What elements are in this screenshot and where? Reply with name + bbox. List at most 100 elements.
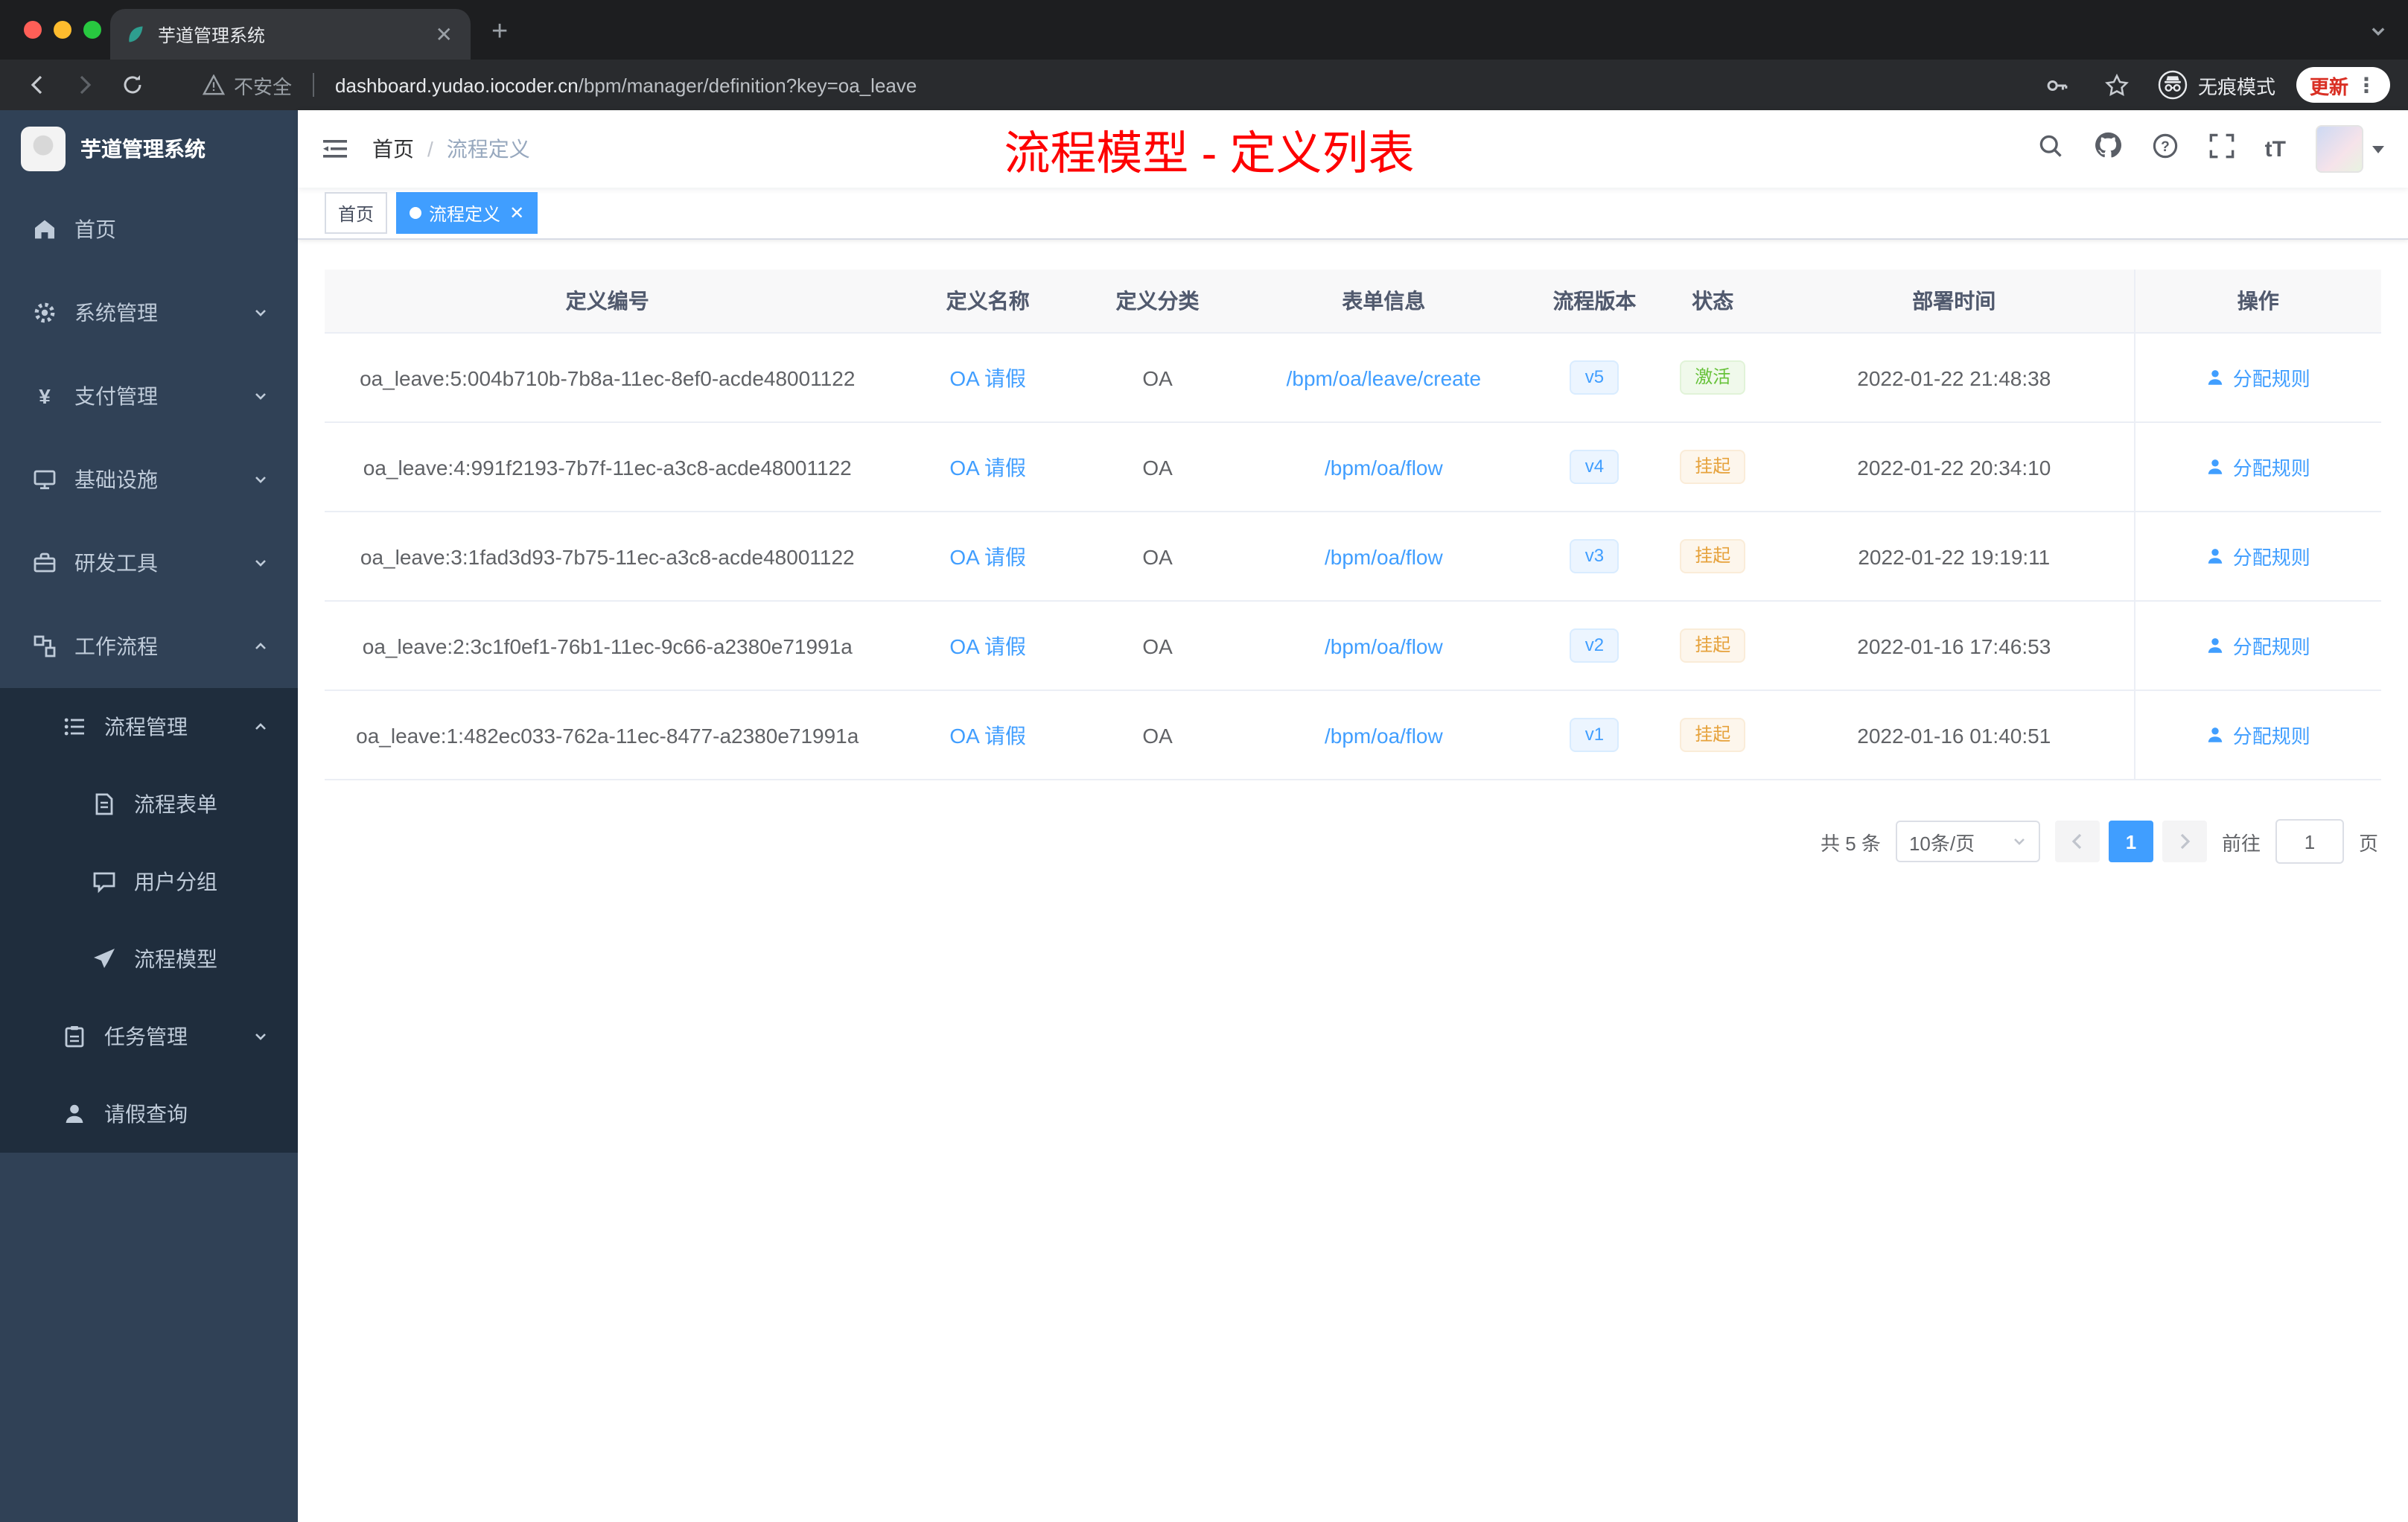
help-icon[interactable]: ? — [2152, 132, 2179, 166]
form-link[interactable]: /bpm/oa/flow — [1325, 544, 1443, 568]
back-button[interactable] — [18, 66, 57, 104]
close-window-button[interactable] — [24, 21, 42, 39]
minimize-window-button[interactable] — [54, 21, 71, 39]
update-button[interactable]: 更新 ⋮ — [2296, 67, 2390, 103]
version-badge: v2 — [1570, 628, 1619, 663]
reload-button[interactable] — [113, 66, 152, 104]
tags-view: 首页 流程定义 ✕ — [298, 188, 2408, 240]
window-controls — [24, 21, 101, 39]
browser-tab[interactable]: 芋道管理系统 ✕ — [110, 9, 471, 60]
sidebar-item-payment-management[interactable]: ¥ 支付管理 — [0, 354, 298, 438]
sidebar-toggle-button[interactable] — [298, 110, 372, 188]
user-avatar[interactable] — [2316, 125, 2384, 173]
goto-page-input[interactable] — [2275, 819, 2344, 864]
workflow-submenu: 流程管理 流程表单 用户分组 流程模型 任务管理 请假查询 — [0, 688, 298, 1153]
form-link[interactable]: /bpm/oa/flow — [1325, 455, 1443, 479]
assign-rule-link[interactable]: 分配规则 — [2206, 721, 2310, 749]
paper-plane-icon — [94, 949, 115, 968]
status-badge: 挂起 — [1680, 450, 1746, 484]
deploy-time: 2022-01-16 01:40:51 — [1774, 690, 2135, 780]
zoom-window-button[interactable] — [83, 21, 101, 39]
sidebar-item-user-group[interactable]: 用户分组 — [0, 843, 298, 920]
deploy-time: 2022-01-22 21:48:38 — [1774, 333, 2135, 423]
sidebar-item-dev-tools[interactable]: 研发工具 — [0, 521, 298, 605]
sidebar-item-workflow[interactable]: 工作流程 — [0, 605, 298, 688]
github-icon[interactable] — [2094, 131, 2122, 167]
form-link[interactable]: /bpm/oa/leave/create — [1287, 366, 1482, 389]
bookmark-star-icon[interactable] — [2098, 66, 2137, 104]
sidebar-item-label: 请假查询 — [104, 1102, 188, 1126]
tag-label: 流程定义 — [429, 203, 501, 224]
sidebar-item-task-management[interactable]: 任务管理 — [0, 998, 298, 1075]
browser-tabstrip: 芋道管理系统 ✕ + — [0, 0, 2408, 60]
tag-process-definition[interactable]: 流程定义 ✕ — [396, 192, 538, 234]
sidebar-item-label: 支付管理 — [74, 384, 158, 408]
sidebar-item-label: 工作流程 — [74, 634, 158, 658]
table-row: oa_leave:4:991f2193-7b7f-11ec-a3c8-acde4… — [325, 422, 2381, 512]
forward-button[interactable] — [66, 66, 104, 104]
assign-rule-link[interactable]: 分配规则 — [2206, 453, 2310, 481]
definition-name-link[interactable]: OA 请假 — [949, 723, 1026, 747]
deploy-time: 2022-01-22 20:34:10 — [1774, 422, 2135, 512]
tag-close-icon[interactable]: ✕ — [509, 203, 524, 223]
page-size-select[interactable]: 10条/页 — [1895, 821, 2040, 862]
page-annotation: 流程模型 - 定义列表 — [1004, 127, 1415, 179]
assign-rule-label: 分配规则 — [2232, 368, 2310, 390]
definition-name-link[interactable]: OA 请假 — [949, 366, 1026, 389]
goto-label: 前往 — [2221, 832, 2261, 854]
prev-page-button[interactable] — [2054, 821, 2100, 862]
site-security-indicator[interactable]: 不安全 — [203, 71, 292, 99]
form-link[interactable]: /bpm/oa/flow — [1325, 723, 1443, 747]
sidebar-item-process-management[interactable]: 流程管理 — [0, 688, 298, 765]
sidebar-item-system-management[interactable]: 系统管理 — [0, 271, 298, 354]
font-size-icon[interactable]: tT — [2265, 136, 2286, 162]
toolbox-icon — [34, 553, 56, 573]
app-logo: 芋道管理系统 — [0, 110, 298, 188]
sidebar-item-process-model[interactable]: 流程模型 — [0, 920, 298, 998]
svg-text:?: ? — [2161, 138, 2170, 154]
chevron-down-icon — [255, 310, 266, 316]
definition-name-link[interactable]: OA 请假 — [949, 634, 1026, 657]
browser-menu-kebab-icon[interactable]: ⋮ — [2356, 72, 2377, 98]
tag-label: 首页 — [338, 203, 375, 224]
tab-close-icon[interactable]: ✕ — [433, 22, 456, 47]
password-key-icon[interactable] — [2039, 66, 2077, 104]
col-definition-id: 定义编号 — [325, 270, 891, 334]
col-status: 状态 — [1651, 270, 1775, 334]
fullscreen-icon[interactable] — [2208, 132, 2235, 166]
sidebar-item-leave-query[interactable]: 请假查询 — [0, 1075, 298, 1153]
sidebar-item-home[interactable]: 首页 — [0, 188, 298, 271]
address-bar[interactable]: dashboard.yudao.iocoder.cn/bpm/manager/d… — [335, 74, 2015, 96]
breadcrumb: 首页 / 流程定义 — [372, 134, 530, 164]
sidebar-item-process-form[interactable]: 流程表单 — [0, 765, 298, 843]
assign-rule-link[interactable]: 分配规则 — [2206, 363, 2310, 392]
definition-name-link[interactable]: OA 请假 — [949, 544, 1026, 568]
caret-down-icon — [2372, 145, 2384, 153]
new-tab-button[interactable]: + — [491, 16, 508, 49]
next-page-button[interactable] — [2162, 821, 2207, 862]
chevron-down-icon — [255, 393, 266, 400]
sidebar-item-label: 任务管理 — [104, 1025, 188, 1048]
page-number-1[interactable]: 1 — [2108, 821, 2153, 862]
sidebar-item-infrastructure[interactable]: 基础设施 — [0, 438, 298, 521]
favicon — [129, 26, 143, 42]
form-link[interactable]: /bpm/oa/flow — [1325, 634, 1443, 657]
assign-rule-link[interactable]: 分配规则 — [2206, 631, 2310, 660]
breadcrumb-home[interactable]: 首页 — [372, 134, 414, 164]
incognito-label: 无痕模式 — [2197, 75, 2275, 98]
deploy-time: 2022-01-16 17:46:53 — [1774, 601, 2135, 691]
assign-rule-label: 分配规则 — [2232, 547, 2310, 569]
definition-id: oa_leave:3:1fad3d93-7b75-11ec-a3c8-acde4… — [325, 512, 891, 602]
assign-rule-link[interactable]: 分配规则 — [2206, 542, 2310, 570]
search-icon[interactable] — [2037, 132, 2064, 166]
tag-home[interactable]: 首页 — [325, 192, 388, 234]
url-host: dashboard.yudao.iocoder.cn — [335, 74, 579, 96]
tab-search-chevron-icon[interactable] — [2369, 21, 2387, 48]
col-deploy-time: 部署时间 — [1774, 270, 2135, 334]
definition-name-link[interactable]: OA 请假 — [949, 455, 1026, 479]
yen-icon: ¥ — [39, 385, 51, 408]
page-content: 定义编号 定义名称 定义分类 表单信息 流程版本 状态 部署时间 操作 oa_l… — [298, 240, 2408, 1522]
user-icon — [2208, 459, 2223, 474]
chevron-down-icon — [255, 477, 266, 483]
definition-category: OA — [1085, 422, 1230, 512]
